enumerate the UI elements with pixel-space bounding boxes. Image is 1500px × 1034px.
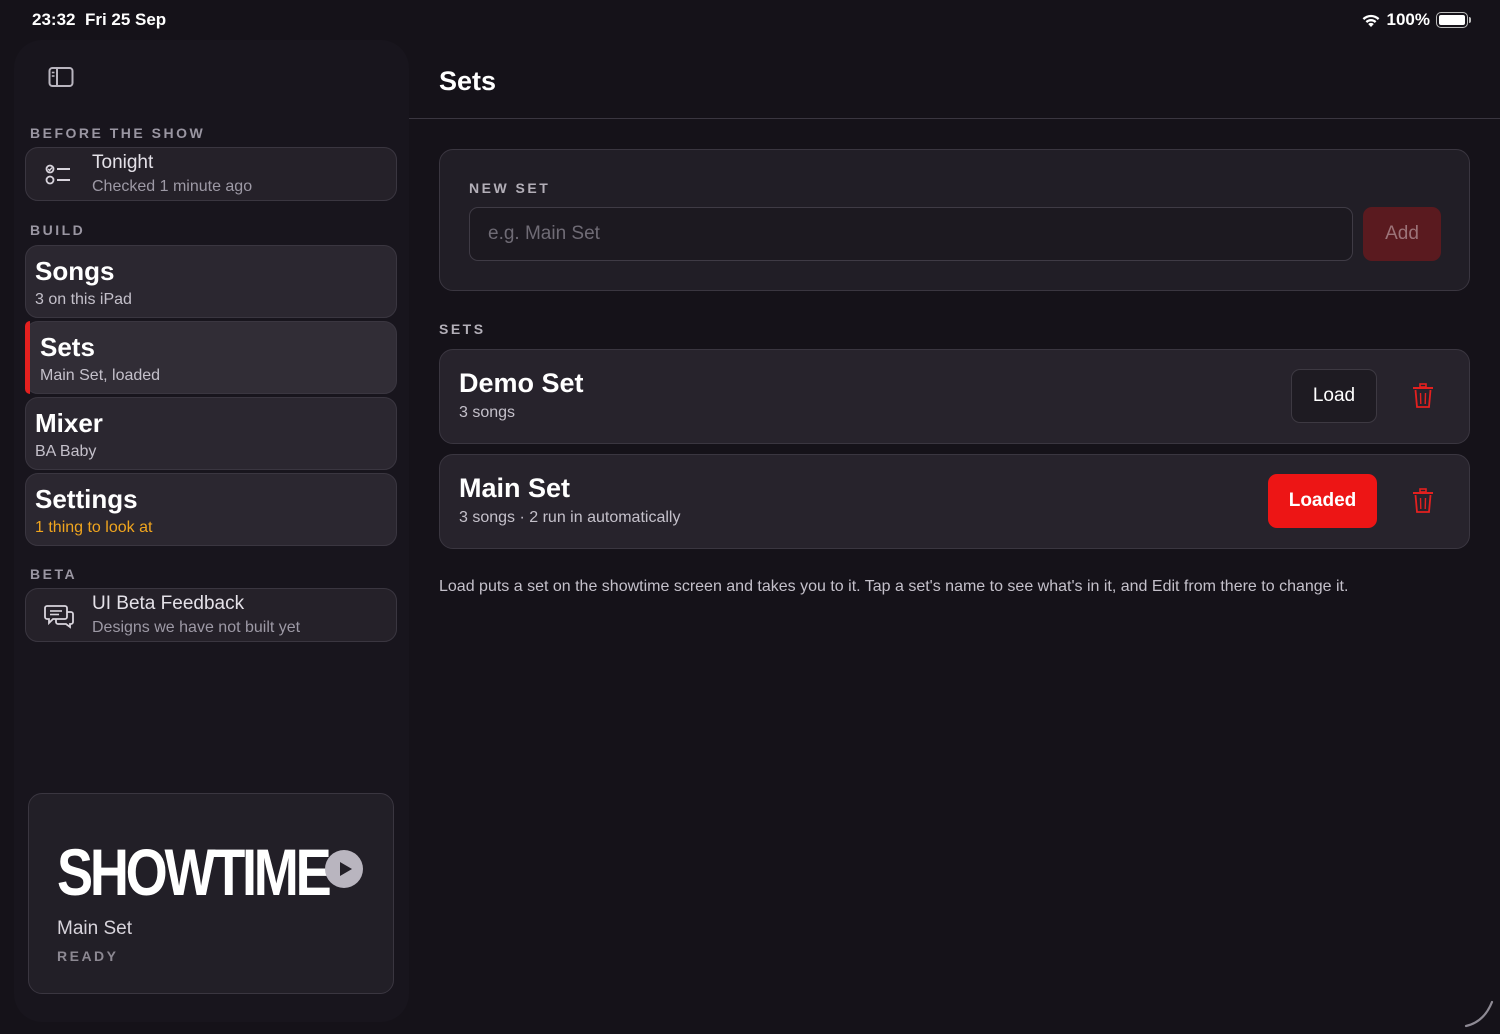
page-title: Sets	[439, 66, 497, 96]
nav-item-title: Settings	[35, 484, 138, 514]
status-bar: 23:32 Fri 25 Sep 100%	[0, 0, 1500, 40]
nav-item-subtitle: BA Baby	[35, 443, 97, 460]
status-right: 100%	[1361, 10, 1471, 30]
nav-item-warning: 1 thing to look at	[35, 519, 153, 536]
header-divider	[409, 118, 1500, 119]
section-label-before-show: BEFORE THE SHOW	[30, 125, 206, 141]
sidebar-item-beta-feedback[interactable]: UI Beta Feedback Designs we have not bui…	[25, 588, 397, 642]
trash-icon[interactable]	[1412, 383, 1434, 409]
beta-feedback-subtitle: Designs we have not built yet	[92, 619, 301, 636]
loaded-set-button[interactable]: Loaded	[1268, 474, 1377, 528]
nav-item-title: Songs	[35, 256, 115, 286]
date-text: Fri 25 Sep	[84, 10, 167, 29]
resize-handle-icon[interactable]	[1464, 998, 1494, 1028]
section-label-beta: BETA	[30, 566, 78, 582]
nav-item-title: Mixer	[35, 408, 103, 438]
sidebar-item-sets[interactable]: Sets Main Set, loaded	[25, 321, 397, 394]
sets-section-label: SETS	[439, 321, 486, 337]
battery-icon	[1436, 12, 1471, 28]
showtime-card[interactable]: SHOWTIME Main Set READY	[28, 793, 394, 994]
nav-item-subtitle: Main Set, loaded	[40, 367, 161, 384]
set-subtitle: 3 songs	[459, 404, 516, 421]
time-text: 23:32	[32, 10, 76, 29]
set-name-link[interactable]: Main Set	[459, 473, 570, 504]
showtime-set-name: Main Set	[57, 918, 132, 939]
sidebar-item-settings[interactable]: Settings 1 thing to look at	[25, 473, 397, 546]
set-subtitle: 3 songs · 2 run in automatically	[459, 509, 681, 526]
set-name-link[interactable]: Demo Set	[459, 368, 584, 399]
section-label-build: BUILD	[30, 222, 86, 238]
play-icon[interactable]	[325, 850, 363, 888]
beta-feedback-title: UI Beta Feedback	[92, 593, 245, 614]
sidebar-item-tonight[interactable]: Tonight Checked 1 minute ago	[25, 147, 397, 201]
showtime-label: SHOWTIME	[57, 835, 332, 909]
new-set-name-input[interactable]	[469, 207, 1353, 261]
load-set-button[interactable]: Load	[1291, 369, 1377, 423]
sidebar: BEFORE THE SHOW Tonight Checked 1 minute…	[14, 40, 409, 1022]
showtime-status: READY	[57, 948, 119, 964]
wifi-icon	[1362, 14, 1379, 27]
sidebar-item-mixer[interactable]: Mixer BA Baby	[25, 397, 397, 470]
checklist-icon	[45, 164, 70, 185]
tonight-title: Tonight	[92, 152, 154, 173]
tonight-subtitle: Checked 1 minute ago	[92, 178, 253, 195]
sidebar-toggle-icon[interactable]	[48, 66, 74, 88]
set-row-main-set: Main Set 3 songs · 2 run in automaticall…	[439, 454, 1470, 549]
build-nav-group: Songs 3 on this iPad Sets Main Set, load…	[25, 245, 397, 549]
chat-bubbles-icon	[44, 605, 74, 629]
nav-item-subtitle: 3 on this iPad	[35, 291, 132, 308]
trash-icon[interactable]	[1412, 488, 1434, 514]
help-text: Load puts a set on the showtime screen a…	[439, 578, 1349, 595]
new-set-label: NEW SET	[469, 180, 551, 196]
set-row-demo-set: Demo Set 3 songs Load	[439, 349, 1470, 444]
battery-percent: 100%	[1386, 10, 1430, 29]
status-time: 23:32 Fri 25 Sep	[32, 10, 166, 30]
sidebar-item-songs[interactable]: Songs 3 on this iPad	[25, 245, 397, 318]
new-set-card: NEW SET Add	[439, 149, 1470, 291]
add-set-button[interactable]: Add	[1363, 207, 1441, 261]
nav-item-title: Sets	[40, 332, 95, 362]
